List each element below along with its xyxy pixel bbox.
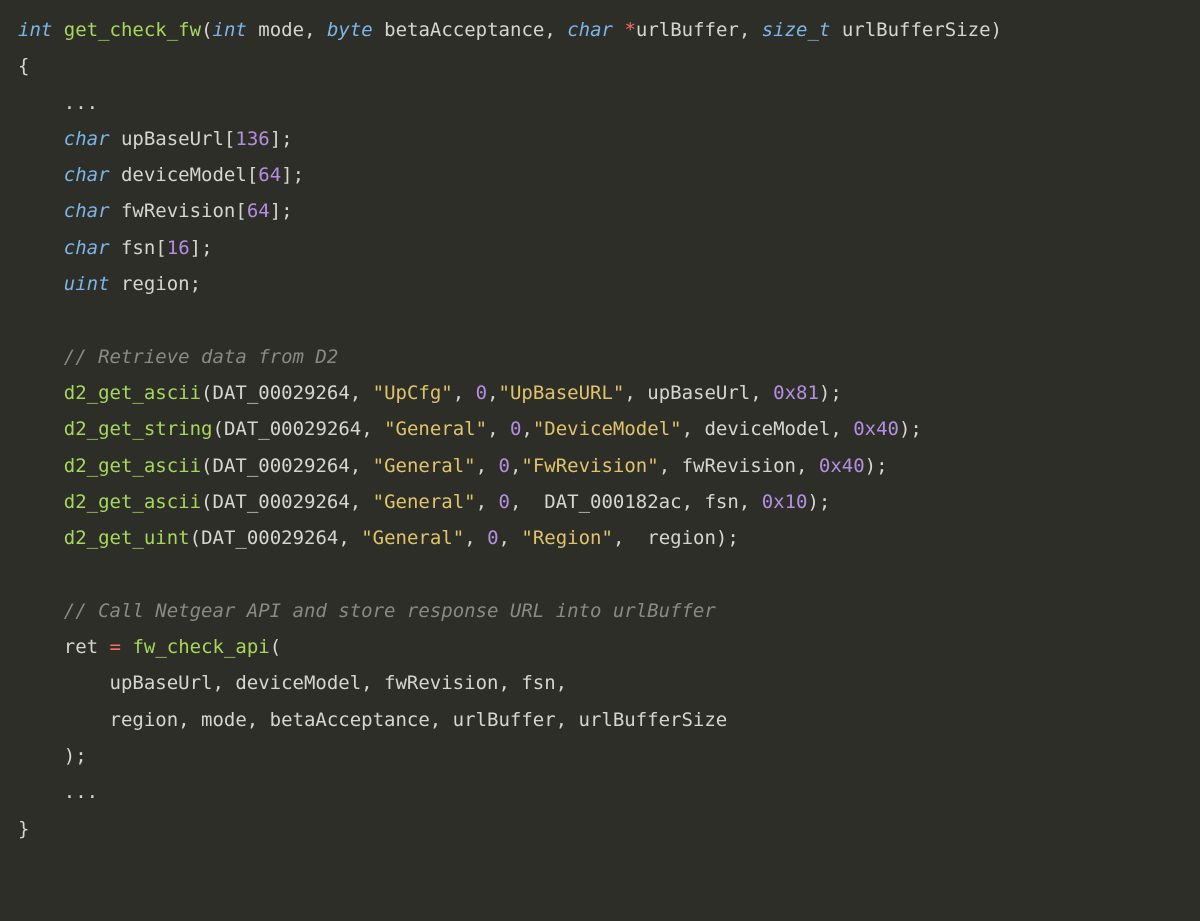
number: 0 [487,527,498,549]
array-size: 64 [258,164,281,186]
string-literal: "General" [373,455,476,477]
func-call: fw_check_api [132,636,269,658]
ident: DAT_000182ac [544,491,681,513]
function-name: get_check_fw [64,19,201,41]
string-literal: "General" [384,418,487,440]
number: 0 [499,455,510,477]
ident: DAT_00029264 [213,491,350,513]
brace-close: } [18,818,29,840]
string-literal: "UpCfg" [373,382,453,404]
array-size: 136 [235,128,269,150]
string-literal: "Region" [521,527,613,549]
decl-type: char [64,164,110,186]
ident: fsn [704,491,738,513]
param-type: char [567,19,613,41]
func-call: d2_get_ascii [64,382,201,404]
comment: // Retrieve data from D2 [64,346,339,368]
ident: upBaseUrl [647,382,750,404]
ident: DAT_00029264 [201,527,338,549]
ident: DAT_00029264 [224,418,361,440]
decl-type: uint [64,273,110,295]
args-line: upBaseUrl, deviceModel, fwRevision, fsn, [110,672,568,694]
param-name: mode [258,19,304,41]
ident: fwRevision [682,455,796,477]
return-type: int [18,19,52,41]
ident: region [647,527,716,549]
param-name: urlBufferSize [842,19,991,41]
ellipsis: ... [64,92,98,114]
func-call: d2_get_ascii [64,491,201,513]
string-literal: "FwRevision" [521,455,658,477]
func-call: d2_get_ascii [64,455,201,477]
number: 0x40 [819,455,865,477]
decl-type: char [64,237,110,259]
number: 0x10 [762,491,808,513]
decl-name: deviceModel [121,164,247,186]
string-literal: "General" [361,527,464,549]
ident: ret [64,636,98,658]
array-size: 64 [247,200,270,222]
decl-name: fwRevision [121,200,235,222]
param-name: urlBuffer [636,19,739,41]
param-type: byte [327,19,373,41]
decl-name: upBaseUrl [121,128,224,150]
number: 0x81 [773,382,819,404]
ident: DAT_00029264 [213,382,350,404]
param-type: size_t [762,19,831,41]
operator: = [110,636,121,658]
string-literal: "DeviceModel" [533,418,682,440]
string-literal: "UpBaseURL" [499,382,625,404]
param-type: int [213,19,247,41]
string-literal: "General" [373,491,476,513]
decl-type: char [64,200,110,222]
func-call: d2_get_string [64,418,213,440]
number: 0 [510,418,521,440]
array-size: 16 [167,237,190,259]
ident: deviceModel [704,418,830,440]
args-line: region, mode, betaAcceptance, urlBuffer,… [110,709,728,731]
decl-name: region [121,273,190,295]
decl-type: char [64,128,110,150]
ellipsis: ... [64,781,98,803]
number: 0 [499,491,510,513]
comment: // Call Netgear API and store response U… [64,600,716,622]
brace-open: { [18,55,29,77]
ident: DAT_00029264 [213,455,350,477]
decl-name: fsn [121,237,155,259]
number: 0x40 [853,418,899,440]
func-call: d2_get_uint [64,527,190,549]
param-name: betaAcceptance [384,19,544,41]
number: 0 [476,382,487,404]
code-block: int get_check_fw(int mode, byte betaAcce… [0,0,1200,865]
